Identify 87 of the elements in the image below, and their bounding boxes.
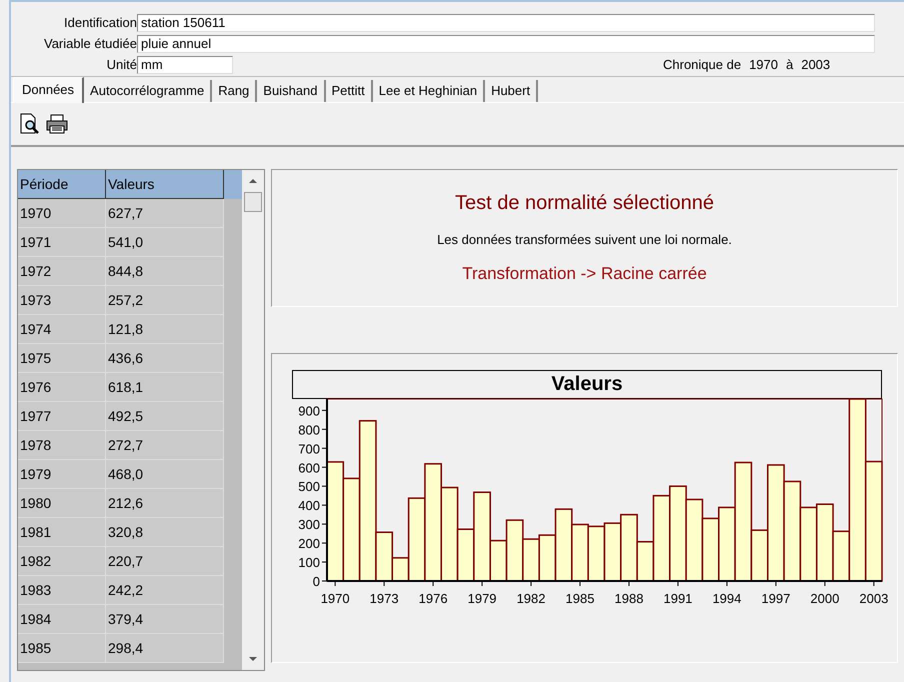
table-cell: 436,6	[106, 344, 224, 373]
tab[interactable]: Données	[13, 77, 84, 103]
table-cell: 1981	[18, 518, 106, 547]
panel-title: Test de normalité sélectionné	[454, 192, 714, 215]
y-tick-label: 200	[298, 536, 320, 552]
table-cell: 320,8	[106, 518, 224, 547]
field-label: Identification	[63, 15, 137, 30]
y-tick-label: 600	[298, 460, 320, 476]
text-field[interactable]: mm	[137, 56, 233, 74]
scroll-down-icon[interactable]	[249, 656, 257, 662]
bar	[571, 524, 589, 582]
x-tick-label: 1988	[614, 591, 644, 606]
tab[interactable]: Rang	[212, 80, 258, 102]
table-cell: 1985	[18, 634, 106, 663]
x-tick-label: 2000	[810, 591, 840, 606]
end-year: 2003	[801, 57, 830, 72]
x-tick-label: 1979	[468, 591, 497, 606]
table-cell: 1976	[18, 373, 106, 402]
table-cell: 468,0	[106, 460, 224, 489]
text-field[interactable]: pluie annuel	[137, 34, 875, 52]
table-cell: 1984	[18, 605, 106, 634]
x-tick-label: 1973	[370, 591, 399, 606]
chart-title: Valeurs	[292, 370, 882, 399]
text-field[interactable]: station 150611	[137, 14, 875, 32]
x-tick-label: 1976	[418, 591, 448, 606]
table-cell: 1983	[18, 576, 106, 605]
table-cell: 1972	[18, 257, 106, 286]
scroll-thumb[interactable]	[244, 192, 262, 212]
tab[interactable]: Pettitt	[326, 80, 373, 102]
column-header[interactable]: Période	[18, 170, 106, 199]
table-cell: 1982	[18, 547, 106, 576]
transformation-text: Transformation -> Racine carrée	[462, 264, 707, 284]
x-tick-label: 2003	[859, 591, 888, 606]
table-cell: 618,1	[106, 373, 224, 402]
scrollbar[interactable]	[242, 170, 264, 670]
x-tick-label: 1994	[712, 591, 742, 606]
table-cell: 844,8	[106, 257, 224, 286]
table-cell: 1977	[18, 402, 106, 431]
tab[interactable]: Hubert	[485, 80, 538, 102]
field-label: Unité	[106, 57, 137, 72]
y-tick-label: 300	[298, 517, 320, 532]
table-cell: 627,7	[106, 199, 224, 228]
tab[interactable]: Lee et Heghinian	[372, 80, 486, 102]
table-cell: 379,4	[106, 605, 224, 634]
table-cell: 1975	[18, 344, 106, 373]
table-cell: 541,0	[106, 228, 224, 257]
y-tick-label: 800	[298, 422, 320, 438]
table-cell: 298,4	[106, 634, 224, 663]
start-year: 1970	[749, 57, 778, 72]
x-tick-label: 1991	[664, 591, 692, 606]
table-cell: 1971	[18, 228, 106, 257]
column-header[interactable]: Valeurs	[106, 170, 224, 199]
y-tick-label: 700	[298, 441, 320, 456]
x-tick-label: 1997	[761, 591, 790, 606]
y-tick-label: 100	[298, 555, 320, 570]
y-tick-label: 900	[298, 403, 320, 418]
bar	[604, 522, 622, 582]
field-label: Variable étudiée	[43, 36, 137, 51]
tab[interactable]: Buishand	[257, 80, 326, 102]
table-cell: 1973	[18, 286, 106, 315]
y-tick-label: 400	[298, 498, 320, 514]
x-tick-label: 1970	[320, 591, 350, 606]
table-cell: 1974	[18, 315, 106, 344]
bar	[587, 526, 606, 582]
tab[interactable]: Autocorrélogramme	[84, 80, 212, 102]
table-cell: 1979	[18, 460, 106, 489]
printer-icon[interactable]	[45, 113, 69, 135]
y-tick-label: 0	[312, 574, 320, 589]
period-label: à	[786, 57, 794, 72]
table-cell: 220,7	[106, 547, 224, 576]
x-tick-label: 1985	[566, 591, 594, 606]
table-cell: 212,6	[106, 489, 224, 518]
bar	[702, 518, 720, 582]
period-label: Chronique de	[663, 57, 742, 72]
table-cell: 242,2	[106, 576, 224, 605]
table-cell: 121,8	[106, 315, 224, 344]
print-preview-icon[interactable]	[19, 113, 41, 135]
table-cell: 1978	[18, 431, 106, 460]
table-cell: 492,5	[106, 402, 224, 431]
x-tick-label: 1982	[516, 591, 546, 606]
table-cell: 1970	[18, 199, 106, 228]
y-tick-label: 500	[298, 479, 320, 494]
table-cell: 1980	[18, 489, 106, 518]
table-cell: 257,2	[106, 286, 224, 315]
scroll-up-icon[interactable]	[249, 178, 257, 184]
table-cell: 272,7	[106, 431, 224, 460]
result-message: Les données transformées suivent une loi normale.	[437, 232, 732, 247]
